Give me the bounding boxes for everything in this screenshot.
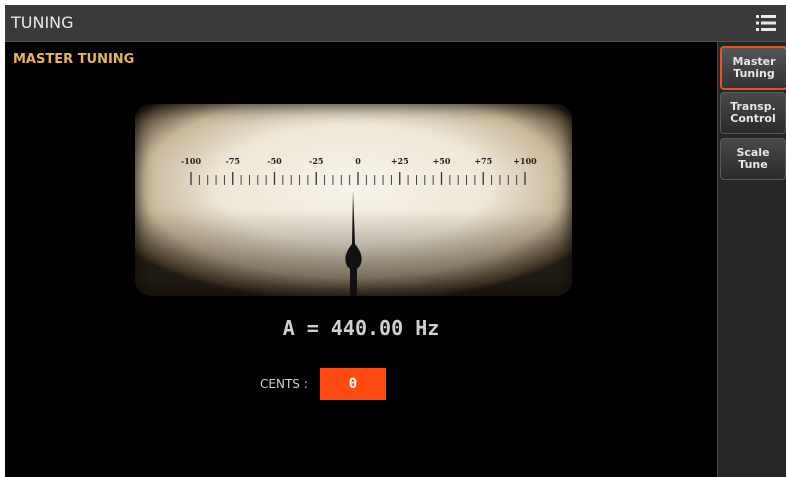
cents-label: CENTS : [260,377,308,391]
meter-scale: -100 -75 -50 -25 0 +25 +50 +75 +100 [181,156,537,296]
equals-sign: = [306,316,319,340]
tuning-meter: -100 -75 -50 -25 0 +25 +50 +75 +100 [135,104,572,296]
scale-label: +25 [391,156,409,166]
frequency-value: 440.00 [330,316,404,340]
frequency-unit: Hz [415,316,440,340]
meter-labels: -100 -75 -50 -25 0 +25 +50 +75 +100 [181,156,537,166]
page-title: TUNING [11,13,74,32]
scale-label: +50 [433,156,451,166]
list-menu-icon[interactable] [756,14,776,32]
scale-label: -50 [267,156,282,166]
tab-scale-tune[interactable]: Scale Tune [720,138,786,180]
scale-label: +100 [513,156,537,166]
section-title: MASTER TUNING [13,52,135,67]
scale-label: -75 [226,156,240,166]
cents-value-field[interactable]: 0 [320,368,386,400]
scale-label: 0 [355,156,361,166]
title-bar: TUNING [5,5,786,42]
scale-label: -25 [309,156,323,166]
tab-transp-control[interactable]: Transp. Control [720,92,786,134]
note-name: A [282,316,295,340]
tab-master-tuning[interactable]: Master Tuning [720,46,786,90]
side-tabs: Master Tuning Transp. Control Scale Tune [717,42,786,477]
frequency-readout: A = 440.00 Hz [5,316,717,340]
scale-label: +75 [474,156,492,166]
meter-needle [345,191,362,296]
meter-ticks [190,172,526,185]
tuning-screen: TUNING MASTER TUNING -100 -75 -50 -25 0 +25 +5… [5,5,786,477]
scale-label: -100 [181,156,201,166]
